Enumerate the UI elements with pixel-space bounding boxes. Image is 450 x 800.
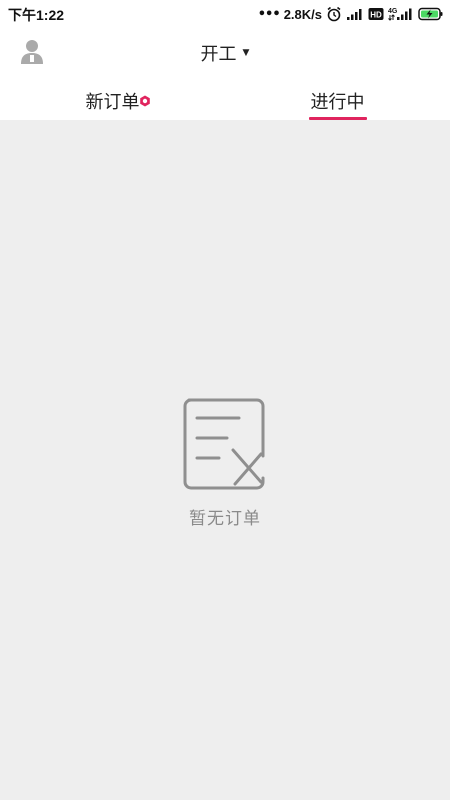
tab-new-orders[interactable]: 新订单 (0, 80, 225, 120)
empty-state: 暂无订单 (0, 398, 450, 529)
empty-orders-icon (183, 398, 267, 490)
empty-state-message: 暂无订单 (189, 509, 261, 529)
4g-signal-icon: 4G (388, 6, 414, 22)
work-status-dropdown[interactable]: 开工 ▼ (0, 40, 450, 66)
alarm-icon (326, 6, 342, 22)
more-dots: ••• (257, 6, 281, 22)
app-header: 开工 ▼ 新订单 进行中 (0, 28, 450, 120)
hd-label: HD (370, 11, 382, 20)
tab-label-new-orders: 新订单 (85, 92, 140, 113)
notification-badge-icon (139, 92, 151, 107)
network-speed: 2.8K/s (283, 6, 322, 22)
status-time: 下午1:22 (8, 7, 65, 23)
tab-in-progress[interactable]: 进行中 (225, 80, 450, 120)
hd-icon: HD (368, 7, 384, 21)
chevron-down-icon: ▼ (242, 48, 250, 58)
order-tabs: 新订单 进行中 (0, 80, 450, 120)
battery-charging-icon (418, 7, 444, 21)
tab-selected-indicator (309, 117, 367, 120)
signal-icon (346, 7, 364, 21)
status-indicators: ••• 2.8K/s HD 4G (258, 4, 444, 24)
page-title: 开工 (200, 44, 237, 65)
status-bar: 下午1:22 ••• 2.8K/s HD 4G (0, 0, 450, 28)
net-type-label: 4G (388, 8, 398, 15)
tab-label-in-progress: 进行中 (310, 92, 365, 113)
